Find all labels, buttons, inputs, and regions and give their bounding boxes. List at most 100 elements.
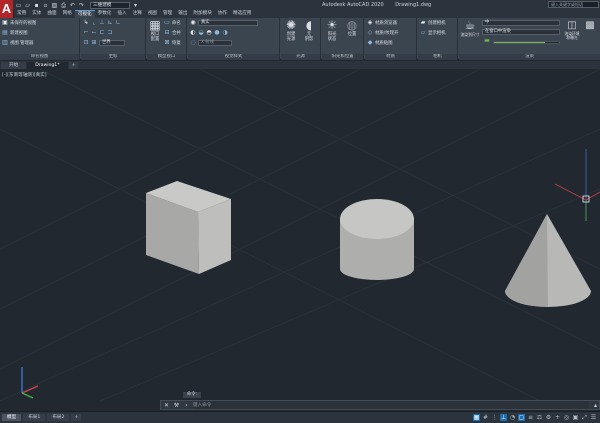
lighting-icon[interactable]: ◑ — [222, 30, 228, 36]
render-in-window-dropdown[interactable]: 在窗口中渲染 — [482, 29, 560, 35]
ucs-z-icon[interactable]: ⊾ — [107, 20, 113, 26]
xray-input[interactable]: X 射线 — [198, 40, 232, 46]
named-viewport-button[interactable]: ▭ 命名 — [164, 19, 181, 27]
layout-tab[interactable]: 模型 — [2, 414, 22, 421]
create-light-button[interactable]: ✺ 创建 光源 — [283, 19, 299, 43]
web-mobile-icon[interactable]: ▧ — [51, 2, 58, 9]
plus-icon[interactable]: + — [554, 414, 561, 421]
ribbon-tab[interactable]: 管理 — [160, 10, 175, 18]
ribbon-tab[interactable]: 实体 — [29, 10, 44, 18]
ucs-origin-icon[interactable]: ⌞ — [91, 20, 97, 26]
viewport-config-button[interactable]: ▦ 视口 配置 — [147, 19, 163, 43]
material-texture-button[interactable]: ◇ 材质/纹理开 — [367, 29, 399, 37]
color-icon[interactable]: ● — [214, 30, 220, 36]
annotation-scale-icon[interactable]: ⚖ — [536, 414, 543, 421]
redo-icon[interactable]: ↷ — [78, 2, 85, 9]
location-button[interactable]: ◍ 位置 — [344, 19, 360, 38]
ucs-named-icon[interactable]: ⊞ — [91, 40, 97, 46]
fullscreen-icon[interactable]: ⤢ — [581, 414, 588, 421]
customization-menu-icon[interactable]: ☰ — [590, 414, 597, 421]
ribbon-tab[interactable]: 网格 — [60, 10, 75, 18]
chevron-right-icon[interactable]: › — [183, 402, 190, 409]
save-as-icon[interactable]: ▫ — [42, 2, 49, 9]
sun-status-button[interactable]: ☀ 阳光 状态 — [324, 19, 340, 43]
view-manager-button[interactable]: ▥ 视图 管理器 — [2, 39, 33, 47]
snap-icon[interactable]: ⋮ — [491, 414, 498, 421]
undo-icon[interactable]: ↶ — [69, 2, 76, 9]
ucs-x-icon[interactable]: ⊥ — [99, 20, 105, 26]
no-shadow-button[interactable]: ◖ 无 阴影 — [301, 19, 317, 43]
ribbon-tab[interactable]: 曲面 — [44, 10, 59, 18]
ucs-face-icon[interactable]: ⊏ — [99, 30, 105, 36]
chevron-up-icon[interactable]: ▴ — [592, 402, 599, 409]
ucs-previous-icon[interactable]: ⊐ — [107, 30, 113, 36]
isolate-icon[interactable]: ◎ — [563, 414, 570, 421]
ribbon-tab[interactable]: 协作 — [215, 10, 230, 18]
model-space-icon[interactable]: ▦ — [473, 414, 480, 421]
ribbon-tab[interactable]: 视图 — [145, 10, 160, 18]
face-style-icon[interactable]: ◒ — [198, 30, 204, 36]
material-browser-button[interactable]: ◈ 材质浏览器 — [367, 19, 397, 27]
polar-icon[interactable]: ◔ — [509, 414, 516, 421]
material-mapping-button[interactable]: ◆ 材质贴图 — [367, 39, 393, 47]
hardware-acceleration-icon[interactable]: ▣ — [572, 414, 579, 421]
render-window-button[interactable]: ▩ — [582, 19, 598, 32]
ribbon-tab[interactable]: 常用 — [14, 10, 29, 18]
render-to-size-button[interactable]: ☕ 渲染到尺寸 — [459, 19, 481, 38]
viewport-controls-label[interactable]: [-][东南等轴测][真实] — [2, 72, 47, 78]
ribbon-tab[interactable]: 注释 — [130, 10, 145, 18]
layout-tab[interactable]: 布局2 — [47, 414, 70, 421]
ucs-icon[interactable]: ↳ — [83, 20, 89, 26]
ucs-object-icon[interactable]: ⌙ — [91, 30, 97, 36]
ucs-3point-icon[interactable]: ∟ — [115, 20, 121, 26]
ribbon-tab[interactable]: 输出 — [175, 10, 190, 18]
ribbon-tab[interactable]: 可视化 — [74, 10, 95, 18]
workspace-gear-icon[interactable]: ⚙ — [545, 414, 552, 421]
application-menu-button[interactable]: A — [0, 0, 13, 20]
qat-dropdown-icon[interactable]: ▾ — [132, 2, 139, 9]
drawing-viewport[interactable] — [0, 0, 600, 402]
ucs-world-icon[interactable]: ⊡ — [83, 40, 89, 46]
search-input[interactable]: 键入关键字或短语 — [548, 1, 599, 8]
create-camera-button[interactable]: ▰ 创建相机 — [420, 19, 446, 27]
show-camera-button[interactable]: ▱ 显示相机 — [420, 29, 446, 37]
new-view-button[interactable]: ▤ 新建视图 — [2, 29, 27, 37]
ucs-view-icon[interactable]: ⌐ — [83, 30, 89, 36]
ucs-world-dropdown[interactable]: 世界 — [99, 40, 125, 46]
edge-effects-icon[interactable]: ◐ — [190, 30, 196, 36]
render-preset-dropdown[interactable]: 中 — [482, 20, 560, 26]
print-icon[interactable]: ⎙ — [60, 2, 67, 9]
command-input[interactable] — [193, 401, 589, 409]
ribbon-tab[interactable]: 插入 — [114, 10, 129, 18]
close-icon[interactable]: ✕ — [163, 402, 170, 409]
panel-title-visual-styles: 视觉样式 — [188, 54, 279, 60]
open-file-icon[interactable]: ▱ — [24, 2, 31, 9]
file-tab[interactable]: Drawing1* — [27, 62, 68, 69]
layout-tab[interactable]: 布局1 — [23, 414, 46, 421]
unsaved-view-dropdown[interactable]: ▣ 未保存的视图 — [2, 19, 36, 27]
visual-style-dropdown[interactable]: 真实 — [198, 20, 258, 26]
new-file-icon[interactable]: ▭ — [15, 2, 22, 9]
visual-style-sphere-icon: ◉ — [190, 19, 196, 26]
ribbon-tab[interactable]: 参数化 — [95, 10, 115, 18]
file-tab[interactable]: 开始 — [1, 62, 27, 69]
box-solid[interactable] — [146, 181, 231, 274]
object-snap-icon[interactable]: ◻ — [518, 414, 525, 421]
ortho-icon[interactable]: ⊥ — [500, 414, 507, 421]
ribbon-tab[interactable]: 附加模块 — [190, 10, 214, 18]
workspace-dropdown[interactable]: 三维建模 — [90, 1, 130, 9]
join-viewport-button[interactable]: ⊟ 合并 — [164, 29, 180, 37]
render-environment-button[interactable]: ◫ 渲染环境 和曝光 — [563, 19, 581, 40]
add-layout-plus-icon[interactable]: + — [71, 414, 82, 421]
viewport-canvas[interactable] — [0, 0, 600, 402]
shadow-icon[interactable]: ◓ — [206, 30, 212, 36]
save-icon[interactable]: ▪ — [33, 2, 40, 9]
lineweight-icon[interactable]: ≡ — [527, 414, 534, 421]
new-tab-plus-icon[interactable]: + — [68, 62, 79, 69]
wrench-icon[interactable]: ⚒ — [173, 402, 180, 409]
grid-icon[interactable]: # — [482, 414, 489, 421]
xray-icon[interactable]: ◌ — [190, 40, 196, 46]
cylinder-solid[interactable] — [340, 199, 414, 280]
restore-viewport-button[interactable]: ⊠ 恢复 — [164, 39, 180, 47]
ribbon-tab[interactable]: 精选应用 — [230, 10, 254, 18]
